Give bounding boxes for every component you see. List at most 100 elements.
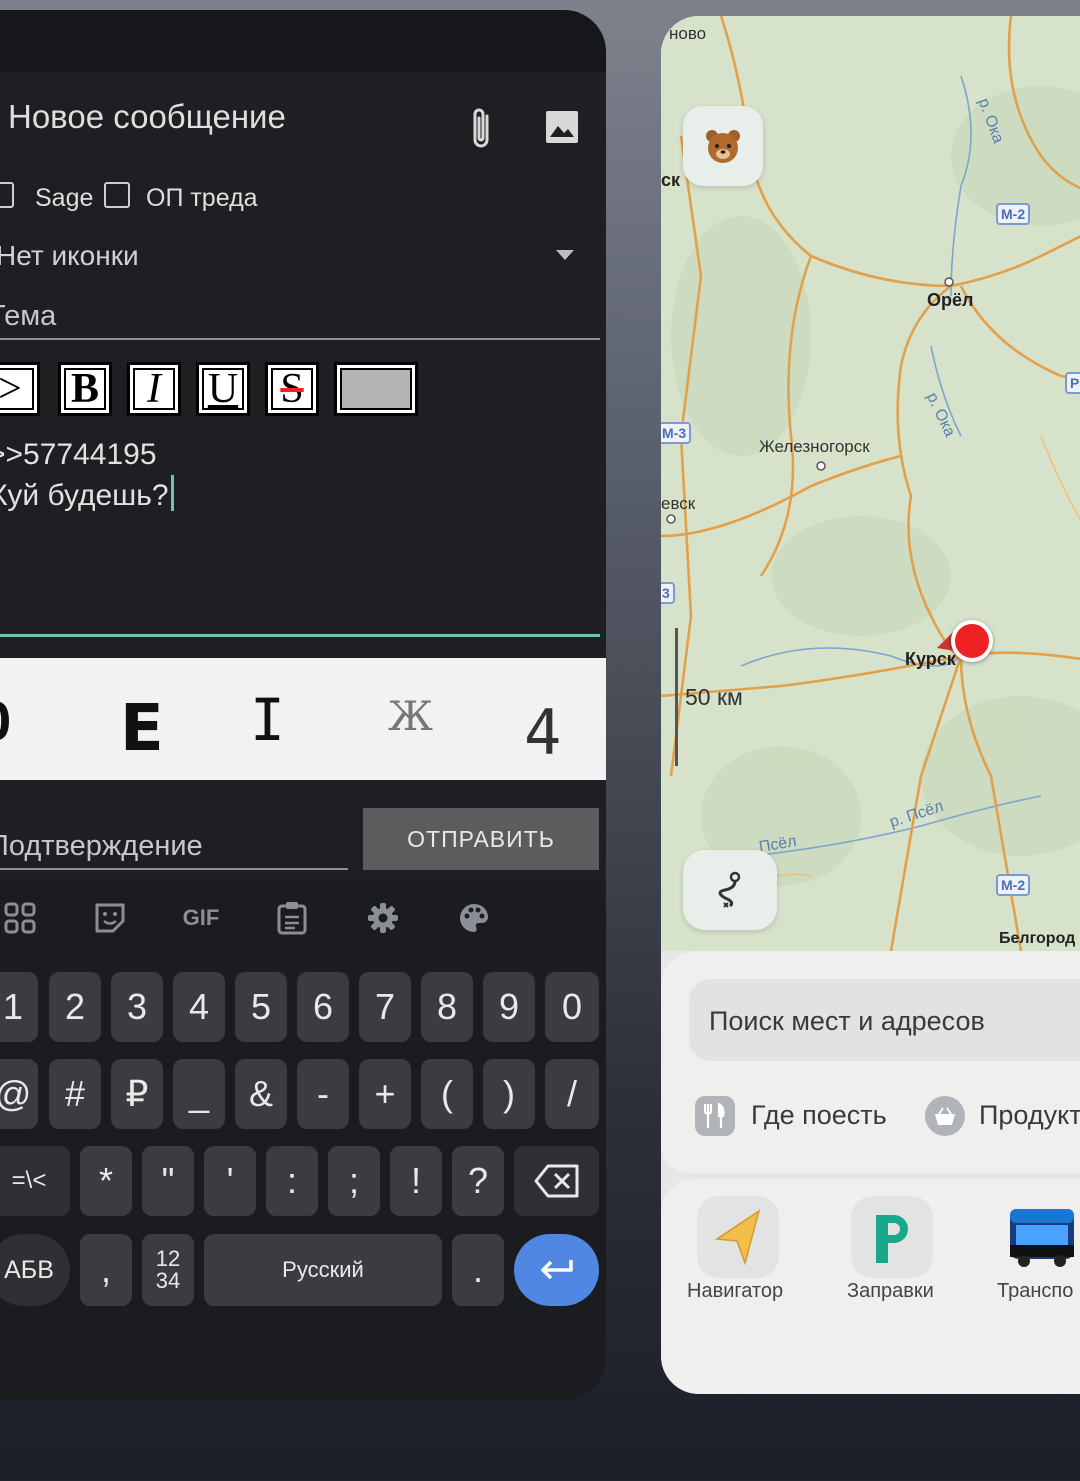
sage-checkbox[interactable] [0, 182, 14, 208]
key-underscore[interactable]: _ [173, 1059, 225, 1129]
maps-app-card[interactable]: ново ск Орёл Железногорск евск Курск Бел… [661, 16, 1080, 1394]
key-hash[interactable]: # [49, 1059, 101, 1129]
italic-button[interactable]: I [127, 362, 181, 416]
backspace-key[interactable] [514, 1146, 599, 1216]
keyboard [0, 882, 606, 1400]
key-2[interactable]: 2 [49, 972, 101, 1042]
key-4[interactable]: 4 [173, 972, 225, 1042]
key-0[interactable]: 0 [545, 972, 599, 1042]
map-scale-bar [675, 628, 678, 766]
key-9[interactable]: 9 [483, 972, 535, 1042]
underline-button[interactable]: U [196, 362, 250, 416]
transport-label: Транспо [997, 1280, 1074, 1302]
key-question[interactable]: ? [452, 1146, 504, 1216]
key-ruble[interactable]: ₽ [111, 1059, 163, 1129]
key-comma[interactable]: , [80, 1234, 132, 1306]
highway-shield: М-2 [996, 203, 1031, 225]
enter-key[interactable] [514, 1234, 599, 1306]
attach-icon[interactable] [465, 106, 497, 154]
fork-knife-icon[interactable] [695, 1096, 735, 1136]
sage-label: Sage [35, 184, 94, 212]
gif-button[interactable]: GIF [181, 898, 221, 938]
key-period[interactable]: . [452, 1234, 504, 1306]
key-6[interactable]: 6 [297, 972, 349, 1042]
op-checkbox[interactable] [104, 182, 130, 208]
chip-food[interactable]: Где поесть [751, 1100, 887, 1131]
map-label-belgorod: Белгород [999, 930, 1076, 947]
highway-shield: М-2 [996, 874, 1031, 896]
captcha-char: 4 [524, 696, 561, 769]
map-label-town: евск [661, 494, 696, 513]
key-single-quote[interactable]: ' [204, 1146, 256, 1216]
key-ampersand[interactable]: & [235, 1059, 287, 1129]
profile-button[interactable] [683, 106, 763, 186]
key-asterisk[interactable]: * [80, 1146, 132, 1216]
key-plus[interactable]: + [359, 1059, 411, 1129]
highway-shield: 3 [661, 582, 675, 604]
highway-shield: Р [1065, 372, 1080, 394]
key-alphabet[interactable]: АБВ [0, 1234, 70, 1306]
key-semicolon[interactable]: ; [328, 1146, 380, 1216]
key-exclamation[interactable]: ! [390, 1146, 442, 1216]
navigator-app[interactable] [697, 1196, 779, 1278]
captcha-char: O [0, 693, 11, 753]
key-1[interactable]: 1 [0, 972, 38, 1042]
compose-app-card[interactable]: Новое сообщение Sage ОП треда Нет иконки… [0, 10, 606, 1400]
key-paren-close[interactable]: ) [483, 1059, 535, 1129]
icon-select[interactable]: Нет иконки [0, 240, 139, 272]
route-icon [718, 871, 741, 908]
fuel-app[interactable] [851, 1196, 933, 1278]
key-symbols-more[interactable]: =\< [0, 1146, 70, 1216]
search-placeholder: Поиск мест и адресов [709, 1006, 985, 1036]
message-line-2[interactable]: Хуй будешь? [0, 475, 174, 513]
map-view[interactable]: ново ск Орёл Железногорск евск Курск Бел… [661, 16, 1080, 951]
bold-button[interactable]: B [58, 362, 112, 416]
basket-icon[interactable] [925, 1096, 965, 1136]
message-line-1[interactable]: >>57744195 [0, 438, 157, 472]
captcha-input[interactable]: Подтверждение [0, 830, 203, 863]
key-numpad[interactable]: 12 34 [142, 1234, 194, 1306]
bus-icon [1010, 1209, 1074, 1267]
image-icon[interactable] [545, 110, 579, 144]
chip-groceries[interactable]: Продукт [979, 1100, 1080, 1131]
key-5[interactable]: 5 [235, 972, 287, 1042]
text-cursor [170, 475, 174, 511]
map-label-orel: Орёл [927, 290, 974, 310]
key-colon[interactable]: : [266, 1146, 318, 1216]
key-minus[interactable]: - [297, 1059, 349, 1129]
send-button[interactable]: ОТПРАВИТЬ [363, 808, 599, 870]
strike-button[interactable]: S [265, 362, 319, 416]
route-button[interactable] [683, 850, 777, 930]
captcha-image[interactable]: O E I Ж 4 [0, 658, 606, 780]
fuel-label: Заправки [847, 1280, 934, 1302]
palette-icon[interactable] [454, 898, 494, 938]
clipboard-icon[interactable] [272, 898, 312, 938]
map-label-city: ск [661, 170, 681, 190]
spoiler-button[interactable] [334, 362, 418, 416]
transport-app[interactable] [1001, 1196, 1080, 1278]
location-pin-icon[interactable] [951, 620, 993, 662]
map-scale-label: 50 км [685, 684, 743, 710]
key-double-quote[interactable]: " [142, 1146, 194, 1216]
captcha-char: E [120, 692, 164, 766]
dropdown-arrow-icon[interactable] [556, 250, 574, 260]
key-3[interactable]: 3 [111, 972, 163, 1042]
apps-icon[interactable] [0, 898, 40, 938]
key-slash[interactable]: / [545, 1059, 599, 1129]
settings-icon[interactable] [363, 898, 403, 938]
subject-input[interactable]: Тема [0, 300, 56, 333]
quote-button[interactable]: > [0, 362, 40, 416]
space-key[interactable]: Русский [204, 1234, 442, 1306]
page-title: Новое сообщение [8, 98, 286, 135]
backspace-icon [534, 1164, 578, 1198]
key-paren-open[interactable]: ( [421, 1059, 473, 1129]
navigator-arrow-icon [714, 1209, 761, 1265]
highway-shield: М-3 [661, 422, 692, 444]
key-7[interactable]: 7 [359, 972, 411, 1042]
key-8[interactable]: 8 [421, 972, 473, 1042]
key-at[interactable]: @ [0, 1059, 38, 1129]
map-label-kursk: Курск [905, 649, 956, 669]
status-strip [0, 10, 606, 72]
op-label: ОП треда [146, 184, 258, 212]
sticker-icon[interactable] [90, 898, 130, 938]
